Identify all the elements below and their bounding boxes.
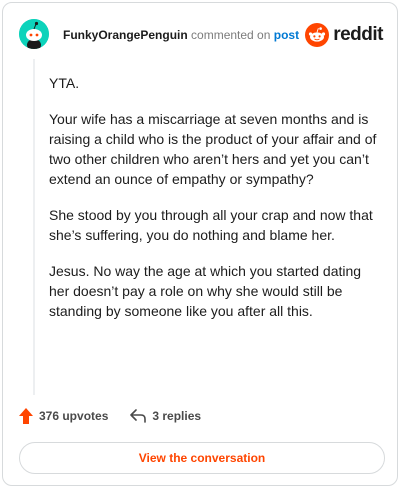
reply-arrow-icon (130, 409, 147, 423)
comment-meta: FunkyOrangePenguin commented on post (63, 28, 299, 42)
comment-actions: 376 upvotes 3 replies (19, 406, 223, 426)
comment-paragraph: Your wife has a miscarriage at seven mon… (49, 111, 377, 187)
comment-header: FunkyOrangePenguin commented on post red… (19, 19, 383, 51)
post-link[interactable]: post (274, 28, 299, 42)
thread-line[interactable] (33, 59, 35, 395)
reddit-logo[interactable]: reddit (305, 21, 383, 49)
view-conversation-button[interactable]: View the conversation (19, 442, 385, 474)
comment-paragraph: Jesus. No way the age at which you start… (49, 263, 362, 319)
replies-count: 3 replies (152, 409, 202, 423)
snoo-avatar-icon (19, 19, 49, 49)
username-link[interactable]: FunkyOrangePenguin (63, 28, 188, 42)
upvote-count: 376 upvotes (39, 409, 109, 423)
comment-paragraph: YTA. (49, 75, 80, 91)
upvote-arrow-icon (19, 408, 33, 424)
replies-button[interactable]: 3 replies (130, 409, 201, 423)
comment-card: FunkyOrangePenguin commented on post red… (2, 2, 398, 486)
upvote-button[interactable]: 376 upvotes (19, 408, 108, 424)
reddit-alien-icon (305, 23, 330, 47)
avatar[interactable] (19, 19, 49, 49)
comment-paragraph: She stood by you through all your crap a… (49, 207, 373, 243)
commented-text: commented on (191, 28, 271, 42)
view-conversation-label: View the conversation (138, 451, 266, 465)
reddit-wordmark: reddit (333, 24, 383, 45)
comment-body: YTA. Your wife has a miscarriage at seve… (49, 73, 379, 337)
